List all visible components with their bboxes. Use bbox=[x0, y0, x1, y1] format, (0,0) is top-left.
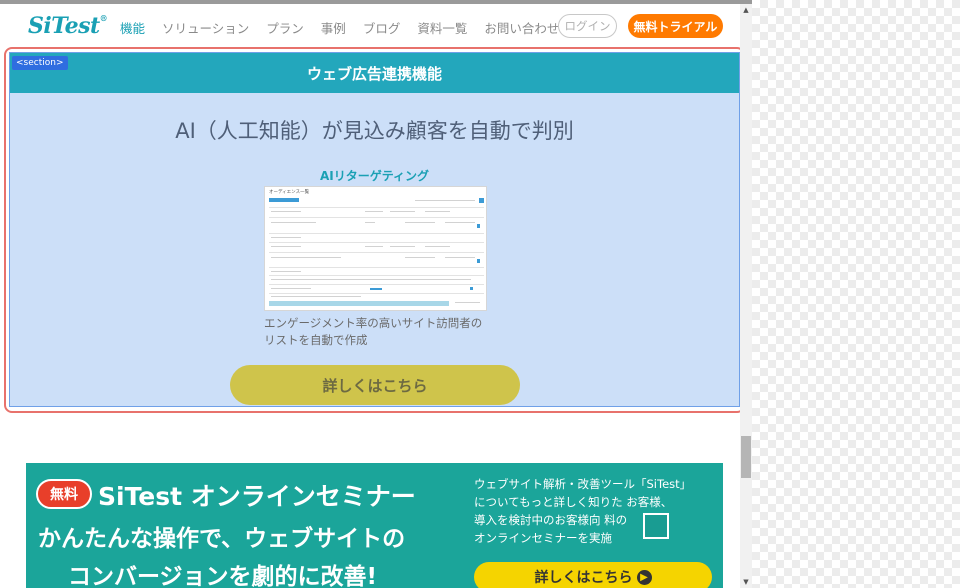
scroll-down-arrow-icon[interactable]: ▼ bbox=[740, 576, 752, 588]
screenshot-line bbox=[271, 237, 301, 238]
section-tag-label: <section> bbox=[12, 56, 68, 70]
nav-item-blog[interactable]: ブログ bbox=[363, 18, 401, 37]
scrollbar-thumb[interactable] bbox=[741, 436, 751, 478]
nav-item-plans[interactable]: プラン bbox=[266, 18, 304, 37]
screenshot-row bbox=[269, 233, 484, 234]
screenshot-row bbox=[269, 207, 484, 208]
screenshot-line bbox=[445, 257, 475, 258]
screenshot-tab bbox=[269, 198, 299, 202]
feature-title: AIリターゲティング bbox=[319, 169, 430, 183]
screenshot-line bbox=[271, 288, 311, 289]
screenshot-line bbox=[365, 246, 383, 247]
screenshot-line bbox=[365, 222, 375, 223]
nav-item-contact[interactable]: お問い合わせ bbox=[484, 18, 559, 37]
nav-item-cases[interactable]: 事例 bbox=[321, 18, 346, 37]
site-header: SiTest® 機能 ソリューション プラン 事例 ブログ 資料一覧 お問い合わ… bbox=[0, 4, 740, 48]
screenshot-line bbox=[271, 246, 301, 247]
screenshot-line bbox=[415, 200, 475, 201]
free-trial-button[interactable]: 無料トライアル bbox=[628, 14, 723, 38]
nav-item-documents[interactable]: 資料一覧 bbox=[417, 18, 467, 37]
ad-integration-section: ウェブ広告連携機能 <section> AI（人工知能）が見込み顧客を自動で判別… bbox=[9, 52, 740, 407]
screenshot-row bbox=[269, 242, 484, 243]
free-badge: 無料 bbox=[36, 479, 92, 509]
screenshot-line bbox=[271, 296, 361, 297]
sitest-logo[interactable]: SiTest® bbox=[28, 13, 108, 39]
screenshot-line bbox=[390, 246, 415, 247]
banner-description-line: についてもっと詳しく知りた お客様、 bbox=[474, 495, 673, 509]
screenshot-row bbox=[269, 275, 484, 276]
ai-retargeting-screenshot: オーディエンス一覧 bbox=[264, 186, 487, 311]
banner-description-line: オンラインセミナーを実施 bbox=[474, 531, 612, 545]
screenshot-line bbox=[271, 271, 301, 272]
banner-copy-line: かんたんな操作で、ウェブサイトの bbox=[38, 526, 406, 552]
section-title: ウェブ広告連携機能 bbox=[306, 64, 442, 83]
screenshot-add-icon bbox=[479, 198, 484, 203]
screenshot-row bbox=[269, 252, 484, 253]
details-button[interactable]: 詳しくはこちら bbox=[230, 365, 520, 405]
feature-description-line: リストを自動で作成 bbox=[264, 333, 368, 347]
logo-text: SiTest bbox=[28, 13, 100, 39]
banner-title: SiTest オンラインセミナー bbox=[98, 482, 416, 511]
scroll-up-arrow-icon[interactable]: ▲ bbox=[740, 4, 752, 16]
registered-mark: ® bbox=[99, 13, 108, 23]
screenshot-row bbox=[269, 217, 484, 218]
screenshot-marker bbox=[470, 287, 473, 290]
banner-description-line: 導入を検討中のお客様向 料の bbox=[474, 513, 628, 527]
screenshot-marker bbox=[477, 224, 480, 228]
feature-description: エンゲージメント率の高いサイト訪問者の リストを自動で作成 bbox=[264, 315, 514, 349]
screenshot-line bbox=[425, 246, 450, 247]
screenshot-line bbox=[271, 211, 301, 212]
page: SiTest® 機能 ソリューション プラン 事例 ブログ 資料一覧 お問い合わ… bbox=[0, 0, 752, 588]
screenshot-line bbox=[405, 222, 435, 223]
section-headline: AI（人工知能）が見込み顧客を自動で判別 bbox=[175, 119, 574, 143]
screenshot-line bbox=[445, 222, 475, 223]
screenshot-row bbox=[269, 267, 484, 268]
screenshot-line bbox=[365, 211, 383, 212]
screenshot-line bbox=[405, 257, 435, 258]
chevron-right-circle-icon: ▶ bbox=[636, 569, 652, 585]
screenshot-heading: オーディエンス一覧 bbox=[269, 190, 310, 195]
screenshot-line bbox=[425, 211, 450, 212]
banner-description: ウェブサイト解析・改善ツール「SiTest」 についてもっと詳しく知りた お客様… bbox=[474, 475, 719, 547]
vertical-scrollbar[interactable]: ▲ ▼ bbox=[740, 4, 752, 588]
banner-copy-line: コンバージョンを劇的に改善! bbox=[68, 564, 378, 588]
screenshot-line bbox=[271, 257, 341, 258]
banner-button-label: 詳しくはこちら bbox=[534, 570, 633, 586]
login-button[interactable]: ログイン bbox=[558, 14, 617, 38]
square-overlay-icon[interactable] bbox=[643, 513, 669, 539]
main-nav: 機能 ソリューション プラン 事例 ブログ 資料一覧 お問い合わせ bbox=[120, 18, 576, 37]
screenshot-marker bbox=[370, 288, 382, 290]
screenshot-line bbox=[455, 302, 480, 303]
screenshot-marker bbox=[477, 259, 480, 263]
nav-item-solutions[interactable]: ソリューション bbox=[162, 18, 249, 37]
section-title-bar: ウェブ広告連携機能 bbox=[10, 53, 739, 93]
screenshot-progress-bar bbox=[269, 301, 449, 306]
banner-description-line: ウェブサイト解析・改善ツール「SiTest」 bbox=[474, 477, 692, 491]
online-seminar-banner[interactable]: 無料 SiTest オンラインセミナー かんたんな操作で、ウェブサイトの コンバ… bbox=[26, 463, 723, 588]
screenshot-line bbox=[271, 279, 471, 280]
feature-description-line: エンゲージメント率の高いサイト訪問者の bbox=[264, 316, 483, 330]
nav-item-features[interactable]: 機能 bbox=[120, 18, 145, 37]
screenshot-row bbox=[269, 293, 484, 294]
screenshot-line bbox=[271, 222, 316, 223]
screenshot-line bbox=[390, 211, 415, 212]
screenshot-row bbox=[269, 284, 484, 285]
banner-details-button[interactable]: 詳しくはこちら ▶ bbox=[474, 562, 712, 588]
